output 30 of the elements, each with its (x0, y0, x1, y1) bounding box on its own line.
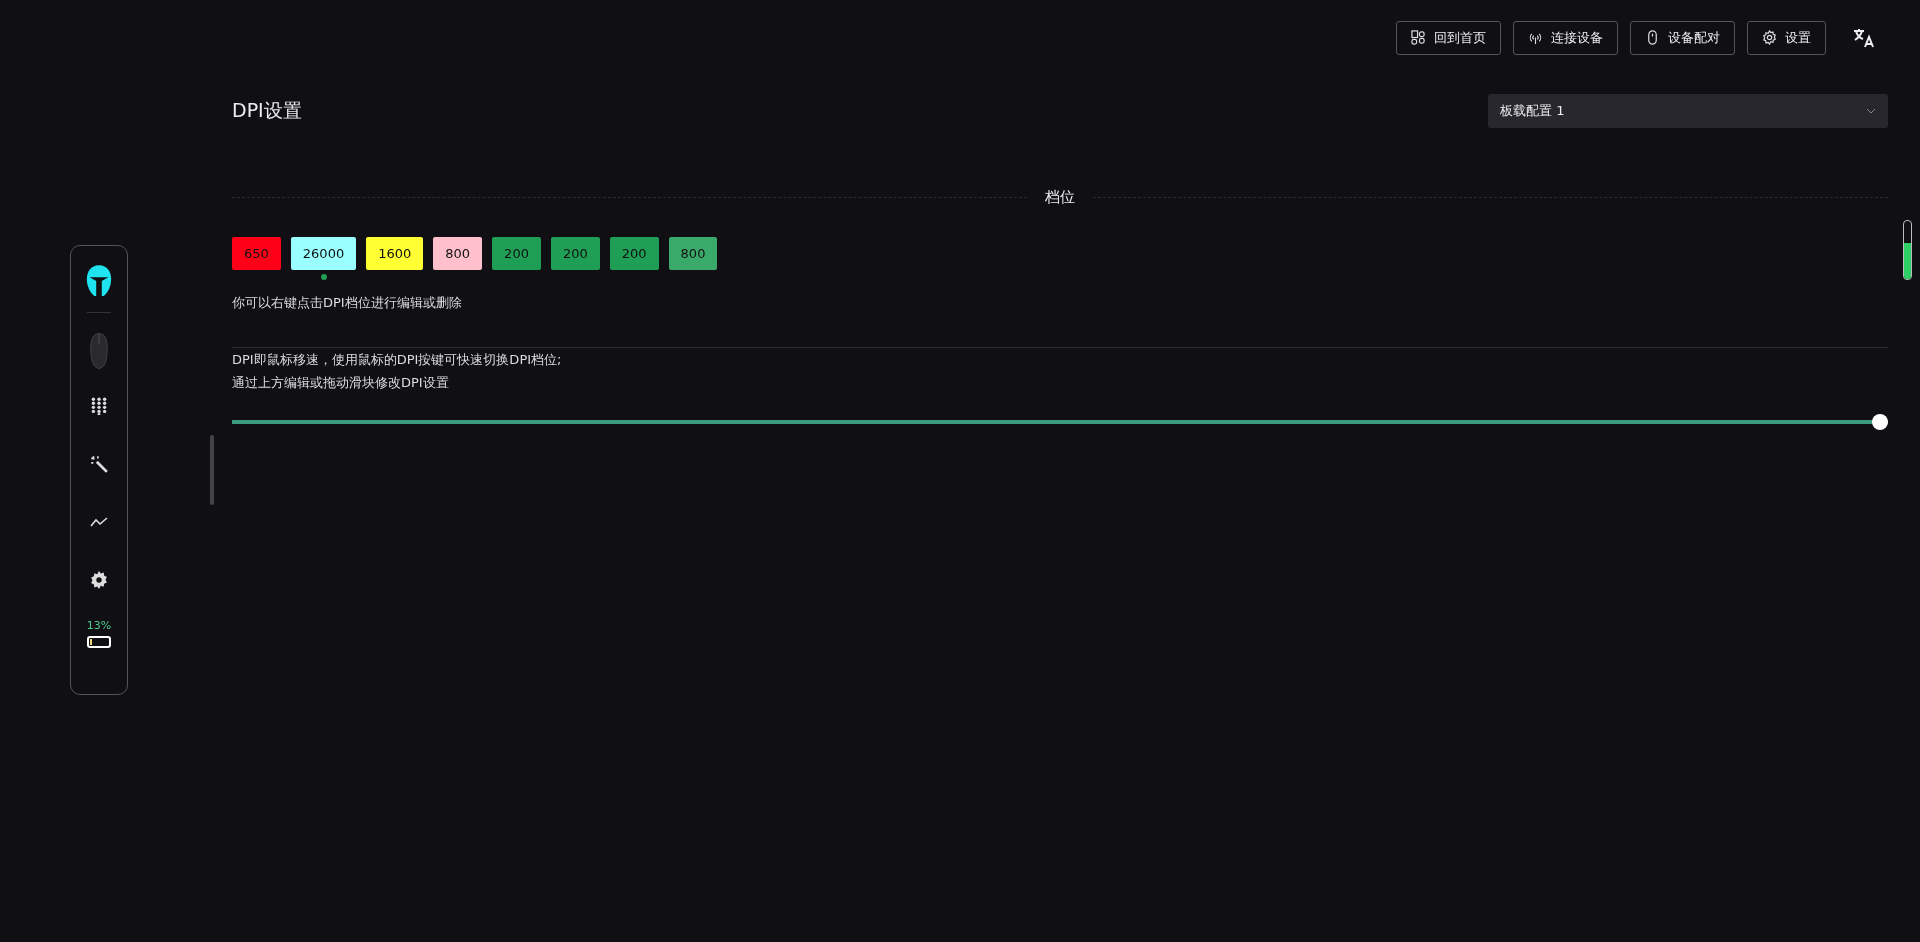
settings-icon[interactable] (90, 571, 108, 589)
profile-dropdown[interactable]: 板载配置 1 (1488, 94, 1888, 128)
dpi-level-chip[interactable]: 1600 (366, 237, 424, 270)
toolbar-button[interactable]: 设备配对 (1630, 20, 1735, 55)
scrollbar-thumb[interactable] (210, 435, 214, 505)
settings-icon (1762, 30, 1777, 45)
dpi-level-chip[interactable]: 200 (550, 237, 600, 270)
grid-icon (1411, 30, 1426, 45)
dpi-slider[interactable] (232, 414, 1888, 430)
toolbar-button[interactable]: 设置 (1747, 20, 1826, 55)
dpi-level-chip[interactable]: 26000 (290, 237, 357, 270)
description-text: DPI即鼠标移速，使用鼠标的DPI按键可快速切换DPI档位; (232, 351, 563, 369)
dpi-level-chip[interactable]: 200 (492, 237, 541, 270)
description-text: 通过上方编辑或拖动滑块修改DPI设置 (232, 374, 450, 392)
mouse-icon (1645, 30, 1660, 45)
toolbar-button[interactable]: 回到首页 (1396, 20, 1501, 55)
page-title: DPI设置 (232, 98, 302, 123)
dpi-level-chip[interactable]: 200 (609, 237, 659, 270)
dpi-level-chip[interactable]: 800 (668, 237, 718, 270)
hint-text: 你可以右键点击DPI档位进行编辑或删除 (232, 294, 463, 312)
toolbar-button[interactable]: 连接设备 (1513, 20, 1618, 55)
keypad-icon[interactable] (90, 397, 108, 415)
battery-icon (87, 636, 111, 648)
dpi-level-chip[interactable]: 800 (433, 237, 483, 270)
section-title: 档位 (1045, 188, 1075, 207)
chevron-down-icon (1866, 108, 1876, 114)
magic-wand-icon[interactable] (90, 455, 108, 473)
dpi-level-chip[interactable]: 650 (232, 237, 281, 270)
level-meter (1903, 220, 1912, 280)
battery-percentage: 13% (86, 619, 112, 632)
